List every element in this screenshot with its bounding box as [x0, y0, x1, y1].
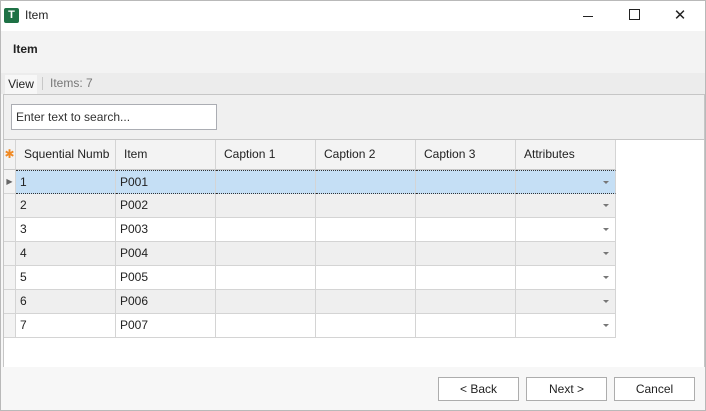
cell-caption2[interactable]	[316, 194, 416, 218]
tab-separator	[42, 77, 43, 90]
cell-caption1[interactable]	[216, 194, 316, 218]
cell-attributes[interactable]	[516, 170, 616, 194]
table-row[interactable]: 3 P003	[4, 218, 616, 242]
tab-bar: View Items: 7	[1, 73, 705, 94]
cell-item[interactable]: P001	[116, 170, 216, 194]
close-button[interactable]: ✕	[657, 1, 703, 31]
cell-caption2[interactable]	[316, 290, 416, 314]
table-row[interactable]: 4 P004	[4, 242, 616, 266]
chevron-down-icon[interactable]	[603, 276, 609, 279]
cell-caption2[interactable]	[316, 242, 416, 266]
grid-panel: ✱ Squential Numb Item Caption 1 Caption …	[3, 94, 705, 368]
column-header-sequential[interactable]: Squential Numb	[16, 140, 116, 170]
minimize-button[interactable]	[565, 1, 611, 31]
cell-attributes[interactable]	[516, 314, 616, 338]
cell-item[interactable]: P002	[116, 194, 216, 218]
search-panel	[4, 95, 704, 140]
next-button[interactable]: Next >	[526, 377, 607, 401]
window-title: Item	[25, 8, 49, 22]
current-row-indicator-icon[interactable]: ▶	[4, 170, 16, 194]
new-row-marker-icon[interactable]: ✱	[4, 140, 16, 170]
cell-caption2[interactable]	[316, 218, 416, 242]
cell-caption1[interactable]	[216, 218, 316, 242]
table-row[interactable]: 6 P006	[4, 290, 616, 314]
chevron-down-icon[interactable]	[603, 324, 609, 327]
cell-sequential[interactable]: 7	[16, 314, 116, 338]
tab-view[interactable]: View	[5, 75, 37, 94]
cell-sequential[interactable]: 4	[16, 242, 116, 266]
chevron-down-icon[interactable]	[603, 228, 609, 231]
cell-caption3[interactable]	[416, 266, 516, 290]
cell-caption3[interactable]	[416, 170, 516, 194]
chevron-down-icon[interactable]	[603, 181, 609, 184]
cell-attributes[interactable]	[516, 290, 616, 314]
cell-caption1[interactable]	[216, 266, 316, 290]
cell-caption1[interactable]	[216, 242, 316, 266]
items-count-label: Items: 7	[50, 76, 93, 90]
column-header-caption2[interactable]: Caption 2	[316, 140, 416, 170]
cell-sequential[interactable]: 1	[16, 170, 116, 194]
column-header-attributes[interactable]: Attributes	[516, 140, 616, 170]
row-indicator[interactable]	[4, 290, 16, 314]
cell-sequential[interactable]: 2	[16, 194, 116, 218]
column-header-item[interactable]: Item	[116, 140, 216, 170]
dialog-window: T Item ✕ Item View Items: 7 ✱ Squential …	[0, 0, 706, 411]
chevron-down-icon[interactable]	[603, 252, 609, 255]
cell-item[interactable]: P006	[116, 290, 216, 314]
column-header-caption1[interactable]: Caption 1	[216, 140, 316, 170]
maximize-icon	[628, 9, 640, 21]
table-row[interactable]: ▶ 1 P001	[4, 170, 616, 194]
cell-caption1[interactable]	[216, 170, 316, 194]
cell-caption3[interactable]	[416, 290, 516, 314]
footer: < Back Next > Cancel	[1, 367, 705, 410]
close-icon: ✕	[673, 7, 687, 24]
cell-attributes[interactable]	[516, 242, 616, 266]
maximize-button[interactable]	[611, 1, 657, 31]
row-indicator[interactable]	[4, 266, 16, 290]
title-bar[interactable]: T Item ✕	[1, 1, 705, 31]
app-icon: T	[4, 8, 19, 23]
table-row[interactable]: 7 P007	[4, 314, 616, 338]
table-row[interactable]: 5 P005	[4, 266, 616, 290]
cell-sequential[interactable]: 5	[16, 266, 116, 290]
row-indicator[interactable]	[4, 242, 16, 266]
cell-item[interactable]: P003	[116, 218, 216, 242]
header-area: Item	[1, 31, 705, 73]
minimize-icon	[583, 15, 593, 17]
back-button[interactable]: < Back	[438, 377, 519, 401]
cell-caption1[interactable]	[216, 314, 316, 338]
cell-caption3[interactable]	[416, 218, 516, 242]
cell-sequential[interactable]: 3	[16, 218, 116, 242]
cell-caption3[interactable]	[416, 194, 516, 218]
column-header-caption3[interactable]: Caption 3	[416, 140, 516, 170]
cell-attributes[interactable]	[516, 218, 616, 242]
cell-item[interactable]: P004	[116, 242, 216, 266]
cancel-button[interactable]: Cancel	[614, 377, 695, 401]
cell-caption2[interactable]	[316, 314, 416, 338]
cell-caption3[interactable]	[416, 314, 516, 338]
row-indicator[interactable]	[4, 194, 16, 218]
cell-attributes[interactable]	[516, 266, 616, 290]
chevron-down-icon[interactable]	[603, 300, 609, 303]
cell-caption1[interactable]	[216, 290, 316, 314]
row-indicator[interactable]	[4, 218, 16, 242]
grid-header-row: ✱ Squential Numb Item Caption 1 Caption …	[4, 140, 616, 170]
cell-item[interactable]: P005	[116, 266, 216, 290]
cell-caption2[interactable]	[316, 170, 416, 194]
cell-attributes[interactable]	[516, 194, 616, 218]
table-row[interactable]: 2 P002	[4, 194, 616, 218]
page-title: Item	[13, 42, 38, 56]
chevron-down-icon[interactable]	[603, 204, 609, 207]
cell-item[interactable]: P007	[116, 314, 216, 338]
search-input[interactable]	[11, 104, 217, 130]
cell-sequential[interactable]: 6	[16, 290, 116, 314]
row-indicator[interactable]	[4, 314, 16, 338]
cell-caption3[interactable]	[416, 242, 516, 266]
cell-caption2[interactable]	[316, 266, 416, 290]
